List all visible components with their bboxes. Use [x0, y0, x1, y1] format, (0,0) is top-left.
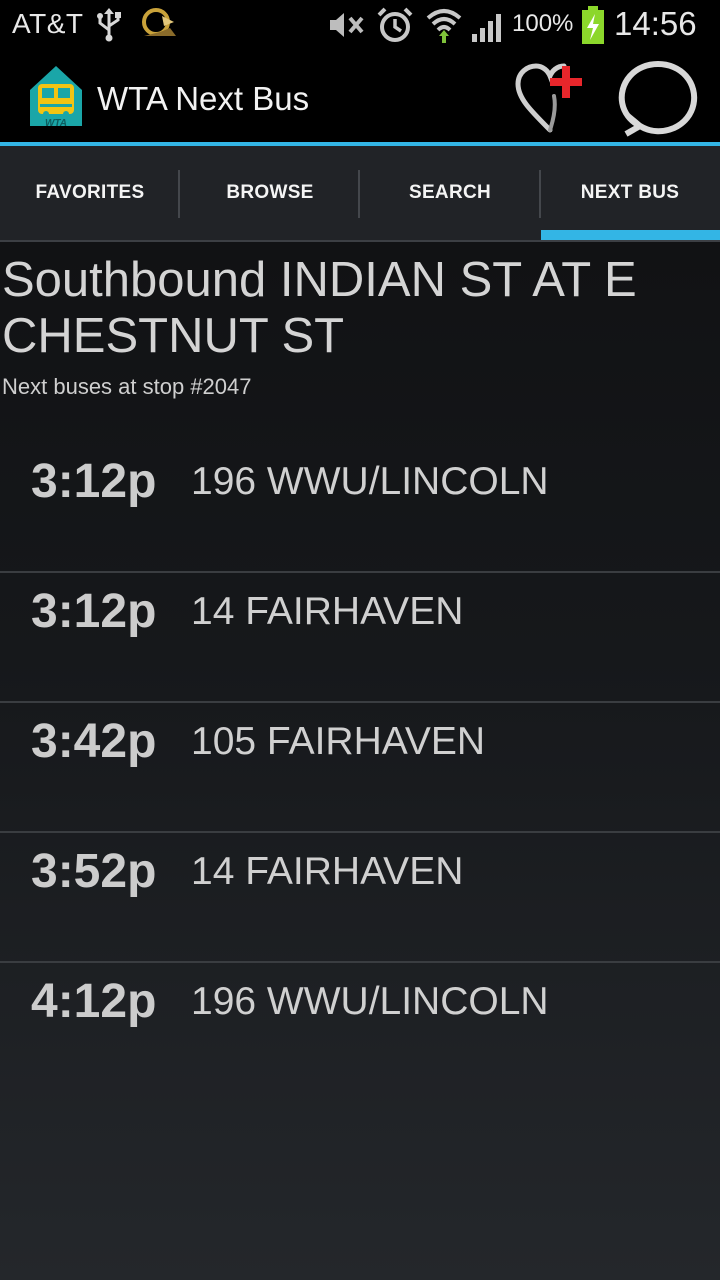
- tab-favorites[interactable]: FAVORITES: [0, 146, 180, 240]
- tab-next-bus[interactable]: NEXT BUS: [540, 146, 720, 240]
- wifi-icon: [426, 9, 462, 43]
- arrival-route: 196 WWU/LINCOLN: [191, 980, 549, 1023]
- alarm-icon: [377, 7, 413, 42]
- usb-icon: [97, 8, 121, 42]
- add-favorite-icon[interactable]: [510, 58, 590, 138]
- arrival-row[interactable]: 3:52p 14 FAIRHAVEN: [0, 830, 720, 958]
- tab-label: NEXT BUS: [580, 182, 680, 203]
- arrival-row[interactable]: 3:12p 196 WWU/LINCOLN: [0, 440, 720, 568]
- status-bar: AT&T 100% 14:56: [0, 0, 720, 50]
- tab-label: SEARCH: [408, 182, 492, 203]
- stop-title: Southbound INDIAN ST AT E CHESTNUT ST: [2, 253, 637, 363]
- clock: 14:56: [614, 5, 697, 42]
- arrival-time: 4:12p: [31, 975, 157, 1028]
- arrival-route: 14 FAIRHAVEN: [191, 590, 464, 633]
- arrival-time: 3:12p: [31, 455, 157, 508]
- action-bar: WTA WTA Next Bus: [0, 50, 720, 142]
- wta-logo: WTA: [30, 66, 82, 129]
- app-notification-icon: [142, 8, 176, 36]
- arrival-route: 196 WWU/LINCOLN: [191, 460, 549, 503]
- arrival-row[interactable]: 3:42p 105 FAIRHAVEN: [0, 700, 720, 828]
- tab-bar: FAVORITES BROWSE SEARCH NEXT BUS: [0, 146, 720, 240]
- arrival-route: 14 FAIRHAVEN: [191, 850, 464, 893]
- signal-icon: [472, 14, 501, 42]
- selected-tab-indicator: [541, 230, 720, 240]
- mute-icon: [330, 13, 364, 37]
- battery-charging-icon: [582, 6, 604, 44]
- tab-label: BROWSE: [226, 182, 314, 203]
- arrival-row[interactable]: 3:12p 14 FAIRHAVEN: [0, 570, 720, 698]
- battery-percent: 100%: [512, 10, 574, 37]
- arrival-row[interactable]: 4:12p 196 WWU/LINCOLN: [0, 960, 720, 1088]
- carrier-label: AT&T: [12, 8, 84, 39]
- arrival-time: 3:42p: [31, 715, 157, 768]
- arrival-time: 3:52p: [31, 845, 157, 898]
- tab-search[interactable]: SEARCH: [360, 146, 540, 240]
- tab-browse[interactable]: BROWSE: [180, 146, 360, 240]
- next-bus-content: Southbound INDIAN ST AT E CHESTNUT ST Ne…: [0, 242, 720, 1280]
- refresh-icon[interactable]: [610, 54, 706, 138]
- svg-text:WTA: WTA: [45, 118, 67, 129]
- tab-label: FAVORITES: [35, 182, 145, 203]
- arrival-time: 3:12p: [31, 585, 157, 638]
- arrival-route: 105 FAIRHAVEN: [191, 720, 486, 763]
- app-title: WTA Next Bus: [97, 80, 310, 117]
- stop-subtitle: Next buses at stop #2047: [2, 374, 252, 399]
